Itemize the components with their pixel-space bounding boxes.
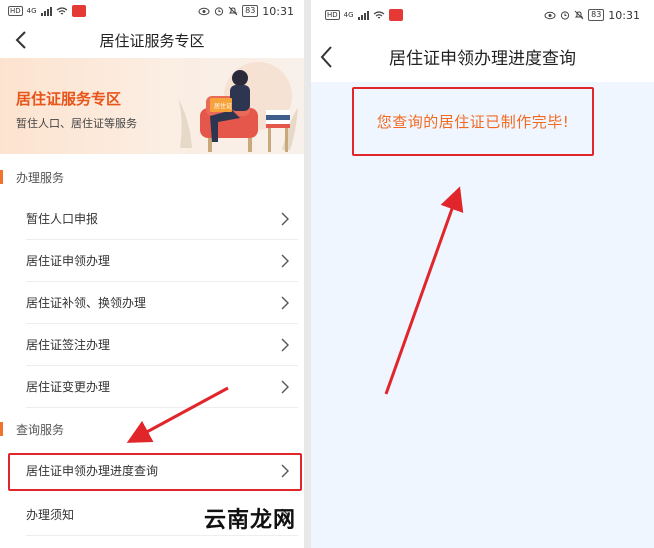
chevron-right-icon xyxy=(281,380,289,393)
hd-indicator: HD xyxy=(8,6,23,16)
app-notification-icon xyxy=(71,5,86,17)
menu-item-label: 暂住人口申报 xyxy=(26,212,99,226)
hd-indicator: HD xyxy=(325,10,340,20)
card-label: 居住证 xyxy=(214,102,232,110)
alarm-icon xyxy=(215,7,224,16)
menu-item-label: 居住证签注办理 xyxy=(26,338,111,352)
chevron-right-icon xyxy=(281,296,289,309)
network-label: 4G xyxy=(26,7,37,15)
watermark-text: 云南龙网 xyxy=(204,508,297,533)
banner-subtitle: 暂住人口、居住证等服务 xyxy=(16,117,137,130)
status-bar: HD 4G 83 10:31 xyxy=(311,0,654,30)
clock: 10:31 xyxy=(608,8,640,22)
menu-item-label: 居住证补领、换领办理 xyxy=(26,296,147,310)
highlight-box xyxy=(8,453,302,491)
screen-divider xyxy=(304,0,311,548)
page-title: 居住证申领办理进度查询 xyxy=(389,48,576,69)
right-screen: HD 4G 83 10:31 居住证申领办理进度查询 您查询的居住证已制作完毕! xyxy=(311,0,654,548)
chevron-right-icon xyxy=(281,212,289,225)
nav-bar: 居住证服务专区 xyxy=(0,22,304,58)
app-notification-icon xyxy=(388,9,403,21)
person-reading-illustration: 居住证 xyxy=(178,62,298,152)
menu-item-temp-resident-report[interactable]: 暂住人口申报 xyxy=(26,198,298,240)
wifi-icon xyxy=(373,10,384,18)
menu-item-permit-endorsement[interactable]: 居住证签注办理 xyxy=(26,324,298,366)
wifi-icon xyxy=(56,6,67,14)
battery-indicator: 83 xyxy=(588,9,605,21)
menu-item-permit-application[interactable]: 居住证申领办理 xyxy=(26,240,298,282)
eye-icon xyxy=(198,7,210,15)
battery-indicator: 83 xyxy=(242,5,259,17)
nav-bar: 居住证申领办理进度查询 xyxy=(311,30,654,82)
section-header-handle-services: 办理服务 xyxy=(0,162,304,192)
signal-icon xyxy=(357,10,369,20)
menu-item-permit-reissue[interactable]: 居住证补领、换领办理 xyxy=(26,282,298,324)
menu-item-label: 办理须知 xyxy=(26,508,75,522)
back-arrow-icon[interactable] xyxy=(12,29,32,51)
left-screen: HD 4G 83 10:31 居住证服务专区 居住证服务专区 暂住人口、居住证等… xyxy=(0,0,304,548)
mute-icon xyxy=(228,6,238,16)
menu-item-permit-change[interactable]: 居住证变更办理 xyxy=(26,366,298,408)
status-bar: HD 4G 83 10:31 xyxy=(0,0,304,22)
clock: 10:31 xyxy=(262,4,294,18)
eye-icon xyxy=(544,11,556,19)
chevron-right-icon xyxy=(281,254,289,267)
service-banner[interactable]: 居住证服务专区 暂住人口、居住证等服务 居住证 xyxy=(0,58,304,154)
page-title: 居住证服务专区 xyxy=(99,31,205,50)
back-arrow-icon[interactable] xyxy=(317,44,337,70)
network-label: 4G xyxy=(343,11,354,19)
alarm-icon xyxy=(561,11,570,20)
menu-item-label: 居住证变更办理 xyxy=(26,380,111,394)
signal-icon xyxy=(40,6,52,16)
query-result-message: 您查询的居住证已制作完毕! xyxy=(376,113,570,131)
result-highlight-box: 您查询的居住证已制作完毕! xyxy=(352,87,594,156)
chevron-right-icon xyxy=(281,338,289,351)
section-header-query-services: 查询服务 xyxy=(0,414,304,444)
banner-title: 居住证服务专区 xyxy=(16,90,122,108)
menu-item-label: 居住证申领办理 xyxy=(26,254,111,268)
mute-icon xyxy=(574,10,584,20)
